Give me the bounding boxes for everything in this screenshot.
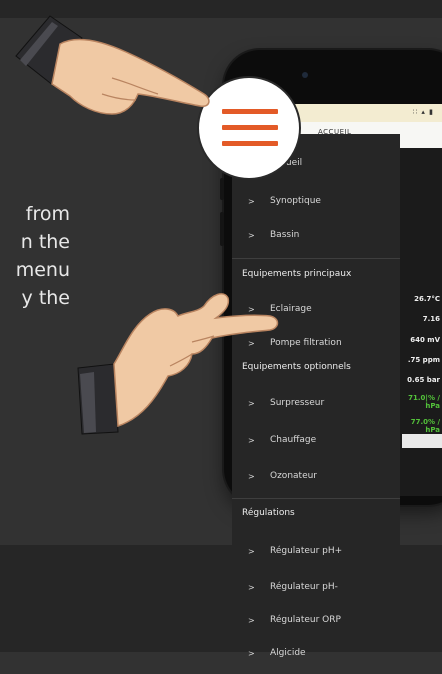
value-green-1-a: 71.0|% / bbox=[408, 394, 440, 402]
chevron-right-icon: > bbox=[248, 649, 255, 658]
value-green-1-b: hPa bbox=[425, 402, 440, 410]
drawer-item-ozonateur[interactable]: > Ozonateur bbox=[232, 459, 400, 497]
section-header-main: Equipements principaux bbox=[242, 269, 352, 279]
hamburger-line bbox=[222, 125, 278, 130]
instruction-line: y the bbox=[21, 287, 70, 309]
drawer-item-label: Régulateur ORP bbox=[270, 615, 341, 625]
divider bbox=[232, 498, 400, 499]
pointing-hand-icon bbox=[77, 293, 279, 435]
value-green-1: 71.0|% / hPa bbox=[408, 394, 440, 410]
drawer-item-label: Régulateur pH+ bbox=[270, 546, 343, 556]
hamburger-line bbox=[222, 109, 278, 114]
divider bbox=[232, 258, 400, 259]
value-green-2: 77.0% / hPa bbox=[411, 418, 440, 434]
camera-icon bbox=[302, 72, 308, 78]
value-ppm: .75 ppm bbox=[407, 356, 440, 364]
instruction-line: from bbox=[25, 203, 70, 225]
status-icons: ∷ ▴ ▮ bbox=[412, 108, 434, 116]
value-orp: 640 mV bbox=[410, 336, 440, 344]
chevron-right-icon: > bbox=[248, 197, 255, 206]
value-ph: 7.16 bbox=[422, 315, 440, 323]
chevron-right-icon: > bbox=[248, 583, 255, 592]
drawer-item-bassin[interactable]: > Bassin bbox=[232, 218, 400, 256]
drawer-item-label: Algicide bbox=[270, 648, 306, 658]
value-green-2-b: hPa bbox=[425, 426, 440, 434]
hamburger-line bbox=[222, 141, 278, 146]
drawer-item-label: Ozonateur bbox=[270, 471, 318, 481]
drawer-item-regulateur-ph-plus[interactable]: > Régulateur pH+ bbox=[232, 534, 400, 572]
instruction-line: n the bbox=[20, 231, 70, 253]
content-panel bbox=[402, 434, 442, 448]
drawer-item-algicide[interactable]: > Algicide bbox=[232, 636, 400, 674]
chevron-right-icon: > bbox=[248, 436, 255, 445]
drawer-item-label: Synoptique bbox=[270, 196, 321, 206]
section-header-regulations: Régulations bbox=[242, 508, 295, 518]
drawer-item-synoptique[interactable]: > Synoptique bbox=[232, 184, 400, 222]
instruction-text: from n the menu y the bbox=[16, 200, 70, 312]
phone-side-button bbox=[220, 178, 224, 200]
chevron-right-icon: > bbox=[248, 547, 255, 556]
chevron-right-icon: > bbox=[248, 231, 255, 240]
instruction-line: menu bbox=[15, 259, 70, 281]
phone-side-button bbox=[220, 212, 224, 246]
drawer-item-label: Régulateur pH- bbox=[270, 582, 338, 592]
value-green-2-a: 77.0% / bbox=[410, 418, 440, 426]
pointing-hand-icon bbox=[15, 15, 210, 115]
value-pressure: 0.65 bar bbox=[407, 376, 440, 384]
chevron-right-icon: > bbox=[248, 472, 255, 481]
drawer-item-label: Chauffage bbox=[270, 435, 317, 445]
value-temperature: 26.7°C bbox=[414, 295, 440, 303]
chevron-right-icon: > bbox=[248, 616, 255, 625]
drawer-item-label: Bassin bbox=[270, 230, 300, 240]
